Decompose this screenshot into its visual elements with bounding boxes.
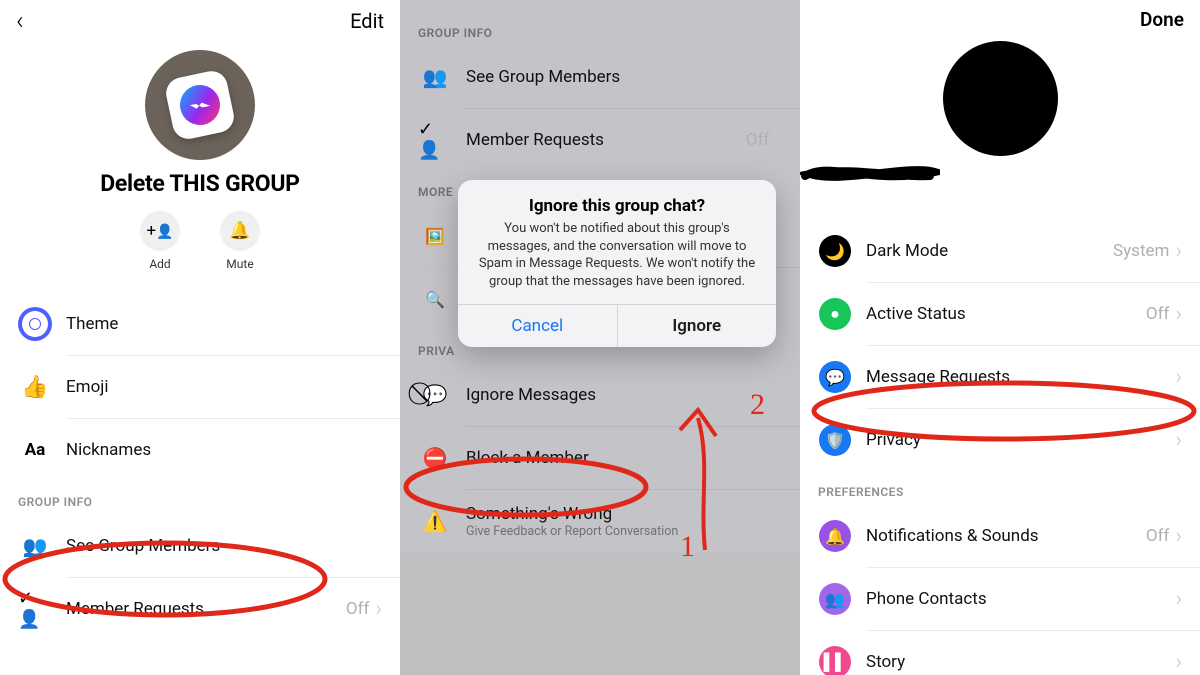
contacts-icon: 👥 [819,583,851,615]
moon-icon: 🌙 [819,235,851,267]
members-icon: 👥 [423,65,448,89]
ignore-button[interactable]: Ignore [617,305,777,347]
emoji-row[interactable]: 👍 Emoji [0,356,400,418]
edit-button[interactable]: Edit [350,9,384,33]
groupinfo-header-2: GROUP INFO [400,0,800,46]
message-requests-row[interactable]: 💬 Message Requests [800,346,1200,408]
ignore-icon: 💬⃠ [423,383,448,407]
chevron-right-icon [1175,428,1182,453]
active-status-row[interactable]: ● Active Status Off [800,283,1200,345]
chevron-right-icon [1175,650,1182,675]
theme-icon [22,311,48,337]
add-person-icon: +👤 [146,221,173,241]
modal-body-text: You won't be notified about this group's… [478,220,756,290]
person-check-icon: ✓👤 [18,588,52,630]
chevron-right-icon [1175,524,1182,549]
bell-icon: 🔔 [229,221,250,241]
chevron-right-icon [1175,239,1182,264]
warning-icon: ⚠️ [423,509,448,533]
modal-title: Ignore this group chat? [478,196,756,216]
story-icon: ▌▌ [819,646,851,675]
story-row[interactable]: ▌▌ Story [800,631,1200,675]
dark-mode-row[interactable]: 🌙 Dark Mode System [800,220,1200,282]
chevron-right-icon [1175,302,1182,327]
ignore-modal: Ignore this group chat? You won't be not… [458,180,776,347]
panel-me-settings: Done 🌙 Dark Mode System ● Active Status … [800,0,1200,675]
block-icon: ⛔ [423,446,448,470]
member-requests-row[interactable]: ✓👤 Member Requests Off [0,578,400,640]
groupinfo-header: GROUP INFO [0,481,400,515]
something-wrong-row[interactable]: ⚠️ Something's Wrong Give Feedback or Re… [400,490,800,553]
message-icon: 💬 [819,361,851,393]
group-title: Delete THIS GROUP [0,170,400,211]
bell-icon: 🔔 [819,520,851,552]
chevron-right-icon [1175,365,1182,390]
done-button[interactable]: Done [1140,8,1184,31]
ignore-messages-row[interactable]: 💬⃠ Ignore Messages [400,364,800,426]
panel-group-settings: ‹ Edit Delete THIS GROUP +👤 Add 🔔 Mute T… [0,0,400,675]
back-icon[interactable]: ‹ [16,6,24,36]
profile-avatar[interactable] [943,41,1058,156]
see-group-members-row-2[interactable]: 👥 See Group Members [400,46,800,108]
add-button[interactable]: +👤 Add [140,211,180,271]
see-group-members-row[interactable]: 👥 See Group Members [0,515,400,577]
chevron-right-icon [775,65,782,90]
chevron-right-icon [775,224,782,249]
search-icon: 🔍 [425,290,445,309]
notifications-row[interactable]: 🔔 Notifications & Sounds Off [800,505,1200,567]
preferences-header: PREFERENCES [800,471,1200,505]
panel-ignore-dialog: GROUP INFO 👥 See Group Members ✓👤 Member… [400,0,800,675]
block-member-row[interactable]: ⛔ Block a Member [400,427,800,489]
person-check-icon: ✓👤 [418,119,452,161]
mute-button[interactable]: 🔔 Mute [220,211,260,271]
messenger-icon [163,68,237,142]
profile-name-scribble [800,158,940,188]
chevron-right-icon [775,446,782,471]
aa-icon: Aa [25,440,46,460]
members-icon: 👥 [23,534,48,558]
chevron-right-icon [375,597,382,622]
photo-icon: 🖼️ [425,227,445,246]
group-avatar[interactable] [145,50,255,160]
annotation-step-1: 1 [680,530,695,564]
chevron-right-icon [775,128,782,153]
thumb-icon: 👍 [21,375,48,400]
annotation-step-2: 2 [750,388,765,422]
member-requests-row-2[interactable]: ✓👤 Member Requests Off [400,109,800,171]
theme-row[interactable]: Theme [0,293,400,355]
cancel-button[interactable]: Cancel [458,305,617,347]
phone-contacts-row[interactable]: 👥 Phone Contacts [800,568,1200,630]
status-icon: ● [819,298,851,330]
chevron-right-icon [1175,587,1182,612]
shield-icon: 🛡️ [819,424,851,456]
privacy-row[interactable]: 🛡️ Privacy [800,409,1200,471]
nicknames-row[interactable]: Aa Nicknames [0,419,400,481]
